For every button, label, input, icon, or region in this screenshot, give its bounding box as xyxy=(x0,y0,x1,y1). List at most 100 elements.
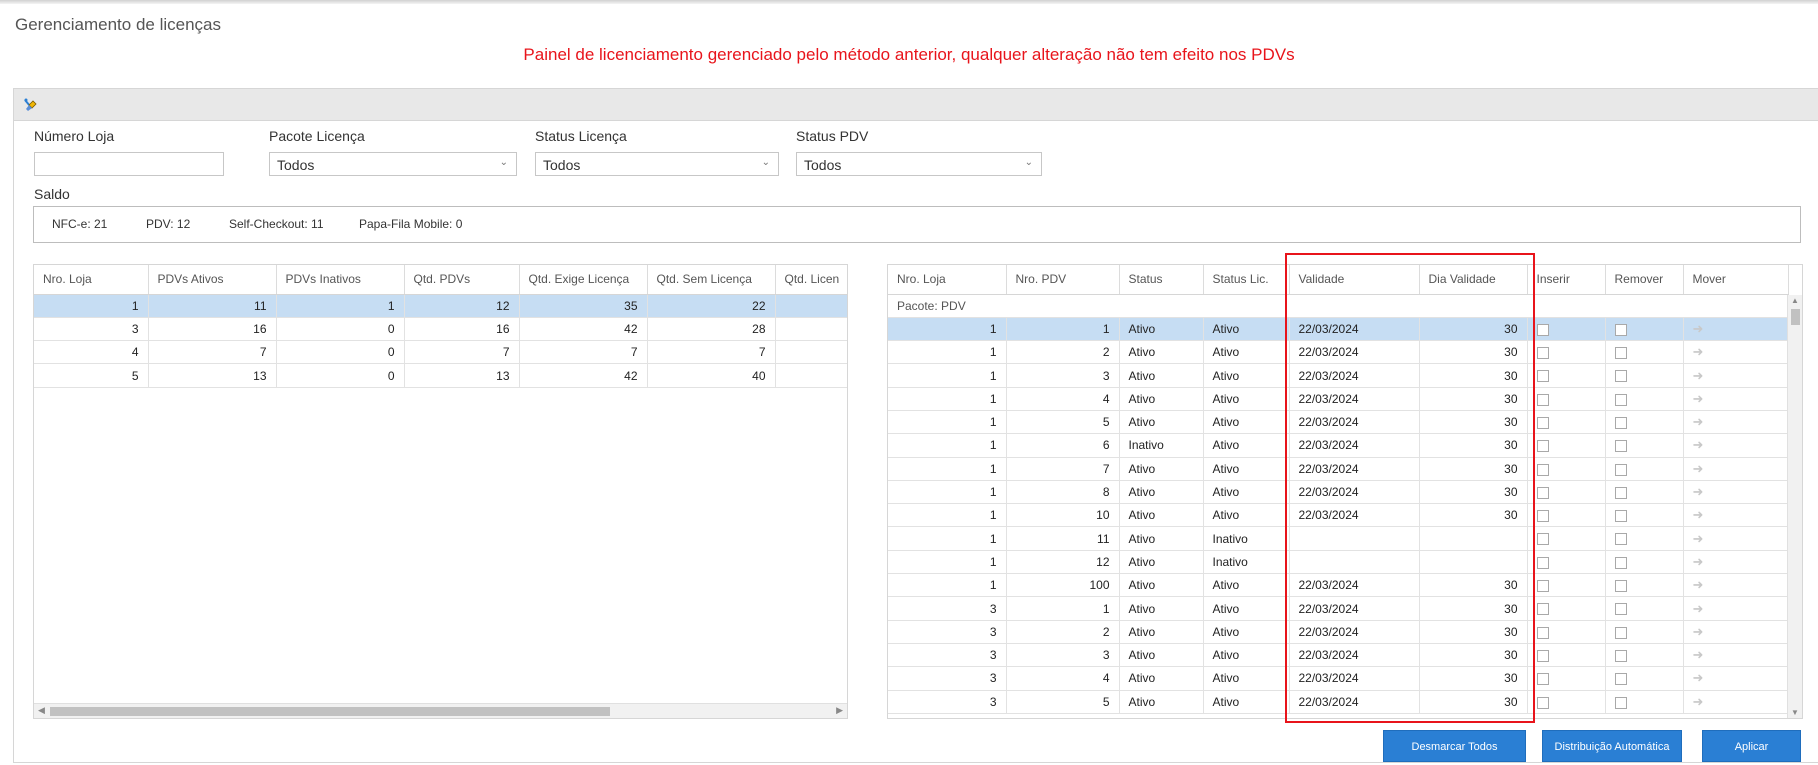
inserir-checkbox[interactable] xyxy=(1536,649,1549,662)
col-validade[interactable]: Validade xyxy=(1289,265,1420,295)
table-row[interactable]: 3 5 Ativo Ativo 22/03/2024 30 ➜ xyxy=(888,690,1789,714)
remover-checkbox[interactable] xyxy=(1614,580,1627,593)
table-row[interactable]: 1 7 Ativo Ativo 22/03/2024 30 ➜ xyxy=(888,457,1789,481)
col-qtd-licen[interactable]: Qtd. Licen xyxy=(775,265,847,295)
col-nro-loja[interactable]: Nro. Loja xyxy=(888,265,1007,295)
aplicar-button[interactable]: Aplicar xyxy=(1702,730,1801,762)
inserir-checkbox[interactable] xyxy=(1536,603,1549,616)
col-remover[interactable]: Remover xyxy=(1605,265,1684,295)
move-arrow-icon[interactable]: ➜ xyxy=(1693,647,1704,662)
status-pdv-select[interactable]: Todos ⌄ xyxy=(796,152,1042,176)
move-arrow-icon[interactable]: ➜ xyxy=(1693,368,1704,383)
inserir-checkbox[interactable] xyxy=(1536,440,1549,453)
remover-checkbox[interactable] xyxy=(1614,673,1627,686)
move-arrow-icon[interactable]: ➜ xyxy=(1693,577,1704,592)
col-nro-pdv[interactable]: Nro. PDV xyxy=(1006,265,1120,295)
col-qtd-exige-licenca[interactable]: Qtd. Exige Licença xyxy=(519,265,648,295)
table-row[interactable]: 1 2 Ativo Ativo 22/03/2024 30 ➜ xyxy=(888,340,1789,365)
remover-checkbox[interactable] xyxy=(1614,696,1627,709)
inserir-checkbox[interactable] xyxy=(1536,486,1549,499)
table-row[interactable]: 470777 xyxy=(34,340,847,365)
col-qtd-sem-licenca[interactable]: Qtd. Sem Licença xyxy=(647,265,776,295)
move-arrow-icon[interactable]: ➜ xyxy=(1693,507,1704,522)
table-row[interactable]: 5 13 0 13 42 40 xyxy=(34,363,847,388)
col-dia-validade[interactable]: Dia Validade xyxy=(1419,265,1528,295)
move-arrow-icon[interactable]: ➜ xyxy=(1693,484,1704,499)
table-row[interactable]: 3 3 Ativo Ativo 22/03/2024 30 ➜ xyxy=(888,643,1789,668)
table-row[interactable]: 1 11 1 12 35 22 xyxy=(34,294,847,318)
table-row[interactable]: 1 6 Inativo Ativo 22/03/2024 30 ➜ xyxy=(888,433,1789,458)
move-arrow-icon[interactable]: ➜ xyxy=(1693,391,1704,406)
move-arrow-icon[interactable]: ➜ xyxy=(1693,461,1704,476)
move-arrow-icon[interactable]: ➜ xyxy=(1693,321,1704,336)
remover-checkbox[interactable] xyxy=(1614,556,1627,569)
inserir-checkbox[interactable] xyxy=(1536,556,1549,569)
inserir-checkbox[interactable] xyxy=(1536,323,1549,336)
table-row[interactable]: 3 2 Ativo Ativo 22/03/2024 30 ➜ xyxy=(888,620,1789,644)
remover-checkbox[interactable] xyxy=(1614,393,1627,406)
move-arrow-icon[interactable]: ➜ xyxy=(1693,531,1704,546)
remover-checkbox[interactable] xyxy=(1614,533,1627,546)
move-arrow-icon[interactable]: ➜ xyxy=(1693,670,1704,685)
table-row[interactable]: 1 10 Ativo Ativo 22/03/2024 30 ➜ xyxy=(888,503,1789,528)
scroll-up-icon[interactable]: ▲ xyxy=(1791,296,1799,305)
scroll-right-icon[interactable]: ▶ xyxy=(836,705,843,716)
remover-checkbox[interactable] xyxy=(1614,463,1627,476)
table-row[interactable]: 1 8 Ativo Ativo 22/03/2024 30 ➜ xyxy=(888,480,1789,505)
remover-checkbox[interactable] xyxy=(1614,440,1627,453)
inserir-checkbox[interactable] xyxy=(1536,696,1549,709)
pacote-licenca-select[interactable]: Todos ⌄ xyxy=(269,152,517,176)
col-mover[interactable]: Mover xyxy=(1683,265,1789,295)
inserir-checkbox[interactable] xyxy=(1536,626,1549,639)
move-arrow-icon[interactable]: ➜ xyxy=(1693,601,1704,616)
inserir-checkbox[interactable] xyxy=(1536,533,1549,546)
distribuicao-automatica-button[interactable]: Distribuição Automática xyxy=(1542,730,1682,762)
remover-checkbox[interactable] xyxy=(1614,347,1627,360)
remover-checkbox[interactable] xyxy=(1614,323,1627,336)
col-status[interactable]: Status xyxy=(1119,265,1204,295)
scrollbar-thumb[interactable] xyxy=(1791,309,1800,325)
horizontal-scrollbar[interactable]: ◀ ▶ xyxy=(34,703,847,718)
col-pdvs-inativos[interactable]: PDVs Inativos xyxy=(276,265,405,295)
col-nro-loja[interactable]: Nro. Loja xyxy=(34,265,149,295)
remover-checkbox[interactable] xyxy=(1614,626,1627,639)
scrollbar-thumb[interactable] xyxy=(50,707,610,716)
remover-checkbox[interactable] xyxy=(1614,416,1627,429)
remover-checkbox[interactable] xyxy=(1614,603,1627,616)
col-pdvs-ativos[interactable]: PDVs Ativos xyxy=(148,265,277,295)
col-qtd-pdvs[interactable]: Qtd. PDVs xyxy=(404,265,520,295)
inserir-checkbox[interactable] xyxy=(1536,393,1549,406)
inserir-checkbox[interactable] xyxy=(1536,673,1549,686)
table-row[interactable]: 1 5 Ativo Ativo 22/03/2024 30 ➜ xyxy=(888,410,1789,435)
col-status-lic[interactable]: Status Lic. xyxy=(1203,265,1290,295)
inserir-checkbox[interactable] xyxy=(1536,463,1549,476)
col-inserir[interactable]: Inserir xyxy=(1527,265,1606,295)
table-row[interactable]: 1 4 Ativo Ativo 22/03/2024 30 ➜ xyxy=(888,387,1789,411)
move-arrow-icon[interactable]: ➜ xyxy=(1693,554,1704,569)
remover-checkbox[interactable] xyxy=(1614,649,1627,662)
table-row[interactable]: 3 4 Ativo Ativo 22/03/2024 30 ➜ xyxy=(888,666,1789,691)
table-row[interactable]: 1 100 Ativo Ativo 22/03/2024 30 ➜ xyxy=(888,573,1789,598)
status-licenca-select[interactable]: Todos ⌄ xyxy=(535,152,779,176)
move-arrow-icon[interactable]: ➜ xyxy=(1693,694,1704,709)
inserir-checkbox[interactable] xyxy=(1536,370,1549,383)
move-arrow-icon[interactable]: ➜ xyxy=(1693,414,1704,429)
desmarcar-todos-button[interactable]: Desmarcar Todos xyxy=(1383,730,1526,762)
inserir-checkbox[interactable] xyxy=(1536,580,1549,593)
move-arrow-icon[interactable]: ➜ xyxy=(1693,437,1704,452)
table-row[interactable]: 1 11 Ativo Inativo ➜ xyxy=(888,526,1789,551)
inserir-checkbox[interactable] xyxy=(1536,510,1549,523)
inserir-checkbox[interactable] xyxy=(1536,347,1549,360)
scroll-down-icon[interactable]: ▼ xyxy=(1791,708,1799,717)
inserir-checkbox[interactable] xyxy=(1536,416,1549,429)
numero-loja-input[interactable] xyxy=(34,152,224,176)
table-row[interactable]: 3 1 Ativo Ativo 22/03/2024 30 ➜ xyxy=(888,596,1789,621)
clear-filters-icon[interactable] xyxy=(22,96,40,114)
remover-checkbox[interactable] xyxy=(1614,486,1627,499)
vertical-scrollbar[interactable]: ▲ ▼ xyxy=(1787,295,1802,718)
move-arrow-icon[interactable]: ➜ xyxy=(1693,344,1704,359)
table-row[interactable]: 1 12 Ativo Inativo ➜ xyxy=(888,550,1789,575)
table-row[interactable]: 3 16 0 16 42 28 xyxy=(34,317,847,342)
table-row[interactable]: 1 1 Ativo Ativo 22/03/2024 30 ➜ xyxy=(888,317,1789,342)
table-row[interactable]: 1 3 Ativo Ativo 22/03/2024 30 ➜ xyxy=(888,363,1789,388)
